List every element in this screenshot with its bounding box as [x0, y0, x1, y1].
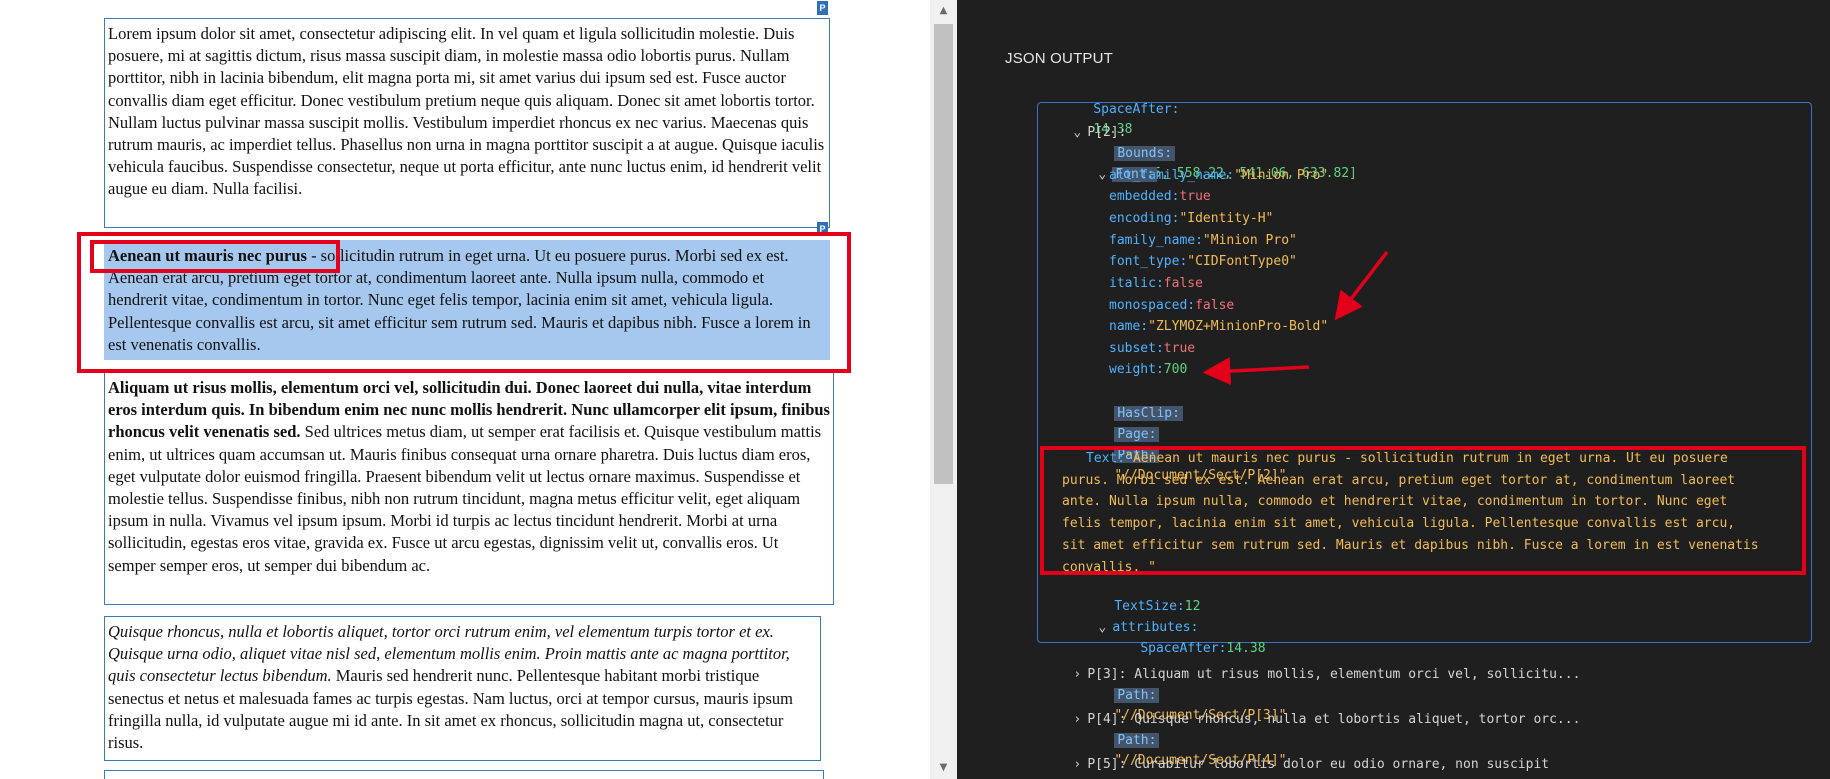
- json-output-pane[interactable]: JSON OUTPUT SpaceAfter: 14.38 ⌄ P[2]: Bou…: [957, 0, 1830, 779]
- json-value: true: [1179, 189, 1211, 204]
- scroll-up-icon[interactable]: ▲: [930, 0, 957, 22]
- paragraph-3[interactable]: Aliquam ut risus mollis, elementum orci …: [104, 372, 834, 605]
- font-property-line: subset:true: [1109, 339, 1195, 359]
- json-key: subset:: [1109, 341, 1164, 356]
- json-key: monospaced:: [1109, 298, 1196, 313]
- paragraph-1-text: Lorem ipsum dolor sit amet, consectetur …: [108, 24, 825, 199]
- font-property-line: monospaced:false: [1109, 296, 1234, 316]
- json-key: italic:: [1109, 276, 1164, 291]
- font-property-line: name:"ZLYMOZ+MinionPro-Bold": [1109, 317, 1328, 337]
- json-key: embedded:: [1109, 189, 1180, 204]
- font-property-line: font_type:"CIDFontType0": [1109, 252, 1297, 272]
- paragraph-4[interactable]: Quisque rhoncus, nulla et lobortis aliqu…: [104, 616, 821, 761]
- json-output-heading: JSON OUTPUT: [1005, 50, 1114, 67]
- json-key: name:: [1109, 319, 1149, 334]
- document-scrollbar[interactable]: ▲ ▼: [930, 0, 957, 779]
- json-value: "Identity-H": [1179, 211, 1274, 226]
- chevron-right-icon[interactable]: ›: [1073, 755, 1087, 775]
- tree-node-summary: Curabitur lobortis dolor eu odio ornare,…: [1126, 757, 1550, 772]
- document-pane[interactable]: P Lorem ipsum dolor sit amet, consectetu…: [0, 0, 930, 779]
- json-value: false: [1163, 276, 1203, 291]
- paragraph-3-text: Sed ultrices metus diam, ut semper erat …: [108, 422, 822, 575]
- json-key: family_name:: [1109, 233, 1203, 248]
- json-key: weight:: [1109, 362, 1164, 377]
- json-key: font_type:: [1109, 254, 1188, 269]
- tree-node-p5[interactable]: › P[5]: Curabitur lobortis dolor eu odio …: [1042, 735, 1549, 779]
- paragraph-5[interactable]: [104, 770, 824, 779]
- paragraph-tag-badge[interactable]: P: [817, 1, 828, 15]
- json-value: false: [1195, 298, 1235, 313]
- font-property-line: italic:false: [1109, 274, 1203, 294]
- json-key: encoding:: [1109, 211, 1180, 226]
- tree-node-label: P[5]:: [1087, 757, 1127, 772]
- font-property-line: encoding:"Identity-H": [1109, 209, 1273, 229]
- annotation-box-bold-lead: [90, 240, 340, 273]
- json-value: "CIDFontType0": [1187, 254, 1297, 269]
- json-value: true: [1163, 341, 1196, 356]
- font-property-line: weight:700: [1109, 360, 1187, 380]
- scrollbar-thumb[interactable]: [934, 24, 953, 484]
- json-value: 700: [1163, 362, 1188, 377]
- json-value: "Minion Pro": [1202, 233, 1297, 248]
- json-value: "Minion Pro": [1234, 168, 1329, 183]
- font-property-line: alt_family_name:"Minion Pro": [1109, 166, 1328, 186]
- scroll-down-icon[interactable]: ▼: [930, 757, 957, 779]
- annotation-box-text: [1040, 446, 1806, 575]
- json-value: "ZLYMOZ+MinionPro-Bold": [1148, 319, 1329, 334]
- paragraph-1[interactable]: Lorem ipsum dolor sit amet, consectetur …: [104, 18, 830, 228]
- json-key: alt_family_name:: [1109, 168, 1235, 183]
- font-property-line: embedded:true: [1109, 187, 1211, 207]
- font-property-line: family_name:"Minion Pro": [1109, 231, 1297, 251]
